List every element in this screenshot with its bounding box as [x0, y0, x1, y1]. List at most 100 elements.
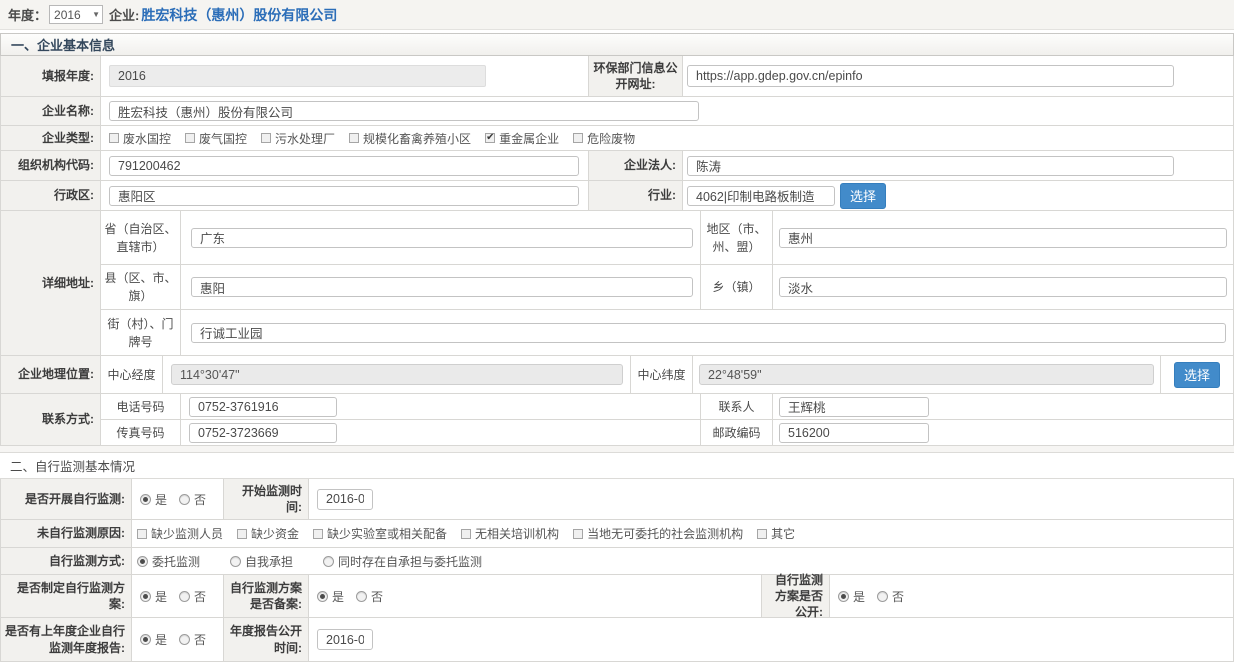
radio-option[interactable]: 是	[838, 588, 865, 605]
radio-option[interactable]: 委托监测	[137, 553, 200, 570]
street-input[interactable]	[191, 323, 1226, 343]
radio-unchecked-icon[interactable]	[323, 556, 334, 567]
street-label: 街（村）、门牌号	[101, 310, 181, 356]
province-input[interactable]	[191, 228, 693, 248]
plan-filed-cell: 是否	[309, 575, 762, 618]
checkbox-option[interactable]: 废水国控	[109, 130, 171, 147]
radio-unchecked-icon[interactable]	[179, 494, 190, 505]
radio-checked-icon[interactable]	[140, 634, 151, 645]
town-input[interactable]	[779, 277, 1227, 297]
env-url-input[interactable]	[687, 65, 1174, 87]
org-code-input[interactable]	[109, 156, 579, 176]
section2-title: 二、自行监测基本情况	[10, 456, 135, 475]
contact-person-input[interactable]	[779, 397, 929, 417]
district-input[interactable]	[109, 186, 579, 206]
phone-input[interactable]	[189, 397, 337, 417]
contact-inner: 电话号码 联系人 传真号码 邮政编码	[101, 394, 1234, 446]
checkbox-option[interactable]: 危险废物	[573, 130, 635, 147]
radio-unchecked-icon[interactable]	[230, 556, 241, 567]
checkbox-unchecked-icon[interactable]	[757, 529, 767, 539]
radio-option[interactable]: 否	[356, 588, 383, 605]
radio-checked-icon[interactable]	[140, 494, 151, 505]
county-input[interactable]	[191, 277, 693, 297]
latitude-input[interactable]	[699, 364, 1154, 385]
radio-checked-icon[interactable]	[140, 591, 151, 602]
radio-option[interactable]: 同时存在自承担与委托监测	[323, 553, 482, 570]
checkbox-unchecked-icon[interactable]	[461, 529, 471, 539]
radio-checked-icon[interactable]	[137, 556, 148, 567]
radio-unchecked-icon[interactable]	[356, 591, 367, 602]
radio-checked-icon[interactable]	[838, 591, 849, 602]
zip-input[interactable]	[779, 423, 929, 443]
has-report-cell: 是否	[132, 618, 224, 662]
checkbox-option[interactable]: 缺少监测人员	[137, 525, 223, 542]
checkbox-option[interactable]: 当地无可委托的社会监测机构	[573, 525, 743, 542]
checkbox-option[interactable]: 废气国控	[185, 130, 247, 147]
industry-select-button[interactable]: 选择	[840, 183, 886, 209]
checkbox-option[interactable]: 其它	[757, 525, 795, 542]
table-row-org-code: 组织机构代码: 企业法人:	[1, 151, 1234, 181]
basic-info-table: 填报年度: 环保部门信息公开网址: 企业名称: 企业类型: 废水国控废气国控污水…	[0, 56, 1234, 446]
company-name-input[interactable]	[109, 101, 699, 121]
radio-option[interactable]: 否	[179, 588, 206, 605]
district-cell	[101, 181, 589, 211]
report-time-label: 年度报告公开时间:	[224, 618, 309, 662]
fill-year-input[interactable]	[109, 65, 486, 87]
geo-select-button[interactable]: 选择	[1174, 362, 1220, 388]
checkbox-unchecked-icon[interactable]	[313, 529, 323, 539]
checkbox-unchecked-icon[interactable]	[573, 529, 583, 539]
start-time-input[interactable]	[317, 489, 373, 510]
checkbox-unchecked-icon[interactable]	[573, 133, 583, 143]
checkbox-unchecked-icon[interactable]	[185, 133, 195, 143]
checkbox-unchecked-icon[interactable]	[349, 133, 359, 143]
radio-option[interactable]: 否	[179, 491, 206, 508]
checkbox-unchecked-icon[interactable]	[137, 529, 147, 539]
option-label: 规模化畜禽养殖小区	[363, 130, 471, 147]
not-monitor-reason-cell: 缺少监测人员 缺少资金缺少实验室或相关配备无相关培训机构当地无可委托的社会监测机构…	[132, 520, 1234, 548]
radio-option[interactable]: 是	[140, 491, 167, 508]
year-select[interactable]: 2016 ▼	[49, 5, 103, 24]
table-row-district: 行政区: 行业: 选择	[1, 181, 1234, 211]
radio-unchecked-icon[interactable]	[877, 591, 888, 602]
company-name-link[interactable]: 胜宏科技（惠州）股份有限公司	[141, 5, 337, 25]
report-time-input[interactable]	[317, 629, 373, 650]
industry-input[interactable]	[687, 186, 835, 206]
option-label: 否	[194, 631, 206, 648]
option-label: 缺少资金	[251, 525, 299, 542]
radio-option[interactable]: 否	[877, 588, 904, 605]
radio-unchecked-icon[interactable]	[179, 634, 190, 645]
checkbox-checked-icon[interactable]	[485, 133, 495, 143]
radio-option[interactable]: 是	[140, 588, 167, 605]
radio-option[interactable]: 是	[317, 588, 344, 605]
checkbox-unchecked-icon[interactable]	[109, 133, 119, 143]
contact-row-phone: 电话号码 联系人	[101, 394, 1234, 420]
option-label: 是	[155, 631, 167, 648]
radio-option[interactable]: 自我承担	[230, 553, 293, 570]
checkbox-option[interactable]: 缺少实验室或相关配备	[313, 525, 447, 542]
option-label: 是	[853, 588, 865, 605]
fill-year-label: 填报年度:	[1, 56, 101, 97]
fax-input[interactable]	[189, 423, 337, 443]
checkbox-option[interactable]: 污水处理厂	[261, 130, 335, 147]
monitor-mode-cell: 委托监测 自我承担 同时存在自承担与委托监测	[132, 548, 1234, 575]
option-label: 缺少监测人员	[151, 525, 223, 542]
checkbox-option[interactable]: 无相关培训机构	[461, 525, 559, 542]
legal-person-label: 企业法人:	[589, 151, 683, 181]
checkbox-option[interactable]: 缺少资金	[237, 525, 299, 542]
checkbox-unchecked-icon[interactable]	[261, 133, 271, 143]
option-label: 否	[892, 588, 904, 605]
radio-option[interactable]: 否	[179, 631, 206, 648]
latitude-cell	[693, 356, 1160, 394]
zip-label: 邮政编码	[701, 420, 773, 446]
checkbox-unchecked-icon[interactable]	[237, 529, 247, 539]
city-input[interactable]	[779, 228, 1227, 248]
radio-checked-icon[interactable]	[317, 591, 328, 602]
radio-unchecked-icon[interactable]	[179, 591, 190, 602]
table-row-fill-year: 填报年度: 环保部门信息公开网址:	[1, 56, 1234, 97]
checkbox-option[interactable]: 重金属企业	[485, 130, 559, 147]
legal-person-input[interactable]	[687, 156, 1174, 176]
longitude-input[interactable]	[171, 364, 623, 385]
checkbox-option[interactable]: 规模化畜禽养殖小区	[349, 130, 471, 147]
option-label: 废水国控	[123, 130, 171, 147]
radio-option[interactable]: 是	[140, 631, 167, 648]
